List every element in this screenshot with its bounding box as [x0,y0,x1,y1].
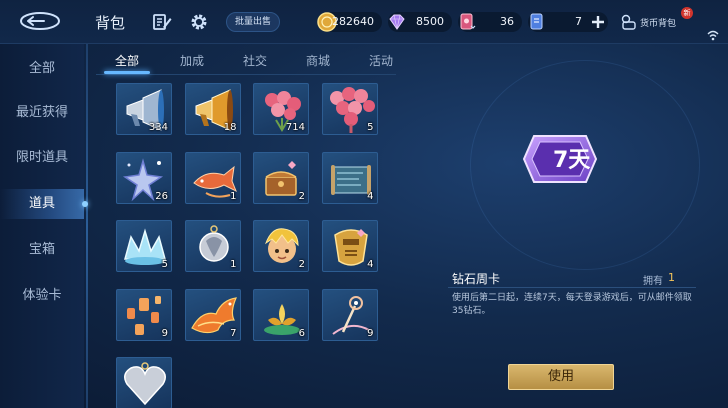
voucher-value: 7 [575,15,582,28]
item-slot[interactable]: 714 [253,83,309,135]
item-count: 1 [230,259,237,270]
item-count: 6 [298,327,305,339]
wallet-label: 货币背包 [640,19,677,29]
active-tab-underline [104,71,150,74]
gold-coin-value: 282640 [332,15,374,28]
tab-social[interactable]: 社交 [233,52,277,72]
ticket-value: 36 [500,15,514,28]
item-count: 7 [230,327,237,339]
item-count: 2 [298,190,305,202]
wifi-icon [707,30,719,41]
item-count: 4 [367,259,374,270]
item-slot[interactable]: 1 [184,220,241,272]
category-sidebar: 全部 最近获得 限时道具 道具 宝箱 体验卡 [0,44,84,408]
item-count: 18 [223,122,237,133]
item-count: 4 [367,190,374,202]
voucher-icon [530,13,543,30]
use-button[interactable]: 使用 [508,364,614,390]
item-slot[interactable] [116,357,172,408]
item-slot[interactable]: 5 [321,83,378,135]
ticket-counter: 36 [458,12,522,32]
diamond-counter: 8500 [388,12,452,32]
tab-boost[interactable]: 加成 [170,52,214,72]
diamond-week-card-icon: 7天 [522,135,598,183]
item-grid: 334 18 714 5 26 1 2 4 5 1 2 4 9 7 6 9 [116,83,386,408]
item-slot[interactable]: 4 [321,220,378,272]
add-voucher-icon[interactable] [590,14,606,30]
new-badge: 新 [681,7,693,19]
sidebar-item-props[interactable]: 道具 [0,189,84,219]
wallet-icon [621,14,636,30]
item-count: 9 [161,327,168,339]
item-slot[interactable]: 5 [116,220,172,272]
item-count: 714 [285,122,305,133]
item-slot[interactable]: 4 [321,151,378,204]
tab-mall[interactable]: 商城 [296,52,340,72]
silver-heart-icon [124,362,166,406]
item-slot[interactable]: 334 [116,83,172,135]
item-count: 9 [367,327,374,339]
item-slot[interactable]: 26 [116,151,172,204]
tab-event[interactable]: 活动 [359,52,403,72]
item-slot[interactable]: 2 [253,220,309,272]
item-count: 334 [148,122,168,133]
card-label: 7天 [553,148,591,173]
tab-all[interactable]: 全部 [104,52,150,72]
item-description: 使用后第二日起，连续7天，每天登录游戏后，可从邮件领取35钻石。 [452,293,692,316]
sidebar-divider [86,44,88,408]
item-slot[interactable]: 9 [116,288,172,341]
sidebar-item-limited[interactable]: 限时道具 [0,143,84,173]
gold-coin-counter: 282640 [317,12,382,32]
item-slot[interactable]: 6 [253,288,309,341]
item-slot[interactable]: 18 [184,83,241,135]
edit-icon[interactable] [152,12,172,32]
item-slot[interactable]: 9 [321,288,378,341]
item-slot[interactable]: 7 [184,288,241,341]
sidebar-item-chest[interactable]: 宝箱 [0,235,84,265]
active-indicator-dot [82,201,88,207]
sidebar-item-all[interactable]: 全部 [0,54,84,84]
item-slot[interactable]: 2 [253,151,309,204]
own-count: 1 [668,271,675,284]
sidebar-item-recent[interactable]: 最近获得 [0,98,84,128]
diamond-value: 8500 [416,15,444,28]
item-count: 26 [155,190,168,202]
item-title: 钻石周卡 [452,272,501,286]
batch-sell-button[interactable]: 批量出售 [226,12,280,32]
item-count: 1 [230,190,237,202]
item-slot[interactable]: 1 [184,151,241,204]
sidebar-item-trial-card[interactable]: 体验卡 [0,281,84,311]
diamond-icon [389,14,405,30]
back-button[interactable] [18,9,62,33]
gear-icon[interactable] [189,12,209,32]
back-arrow-icon [20,12,60,30]
own-label: 拥有 [643,276,663,287]
top-bar: 背包 批量出售 282640 8500 36 7 货币背包 新 [0,0,728,44]
voucher-counter: 7 [528,12,608,32]
tab-bar-line [96,74,396,75]
page-title: 背包 [95,14,126,32]
item-count: 5 [161,259,168,270]
item-count: 5 [367,122,374,133]
ticket-icon [460,13,476,30]
detail-divider [448,287,696,288]
item-count: 2 [298,259,305,270]
